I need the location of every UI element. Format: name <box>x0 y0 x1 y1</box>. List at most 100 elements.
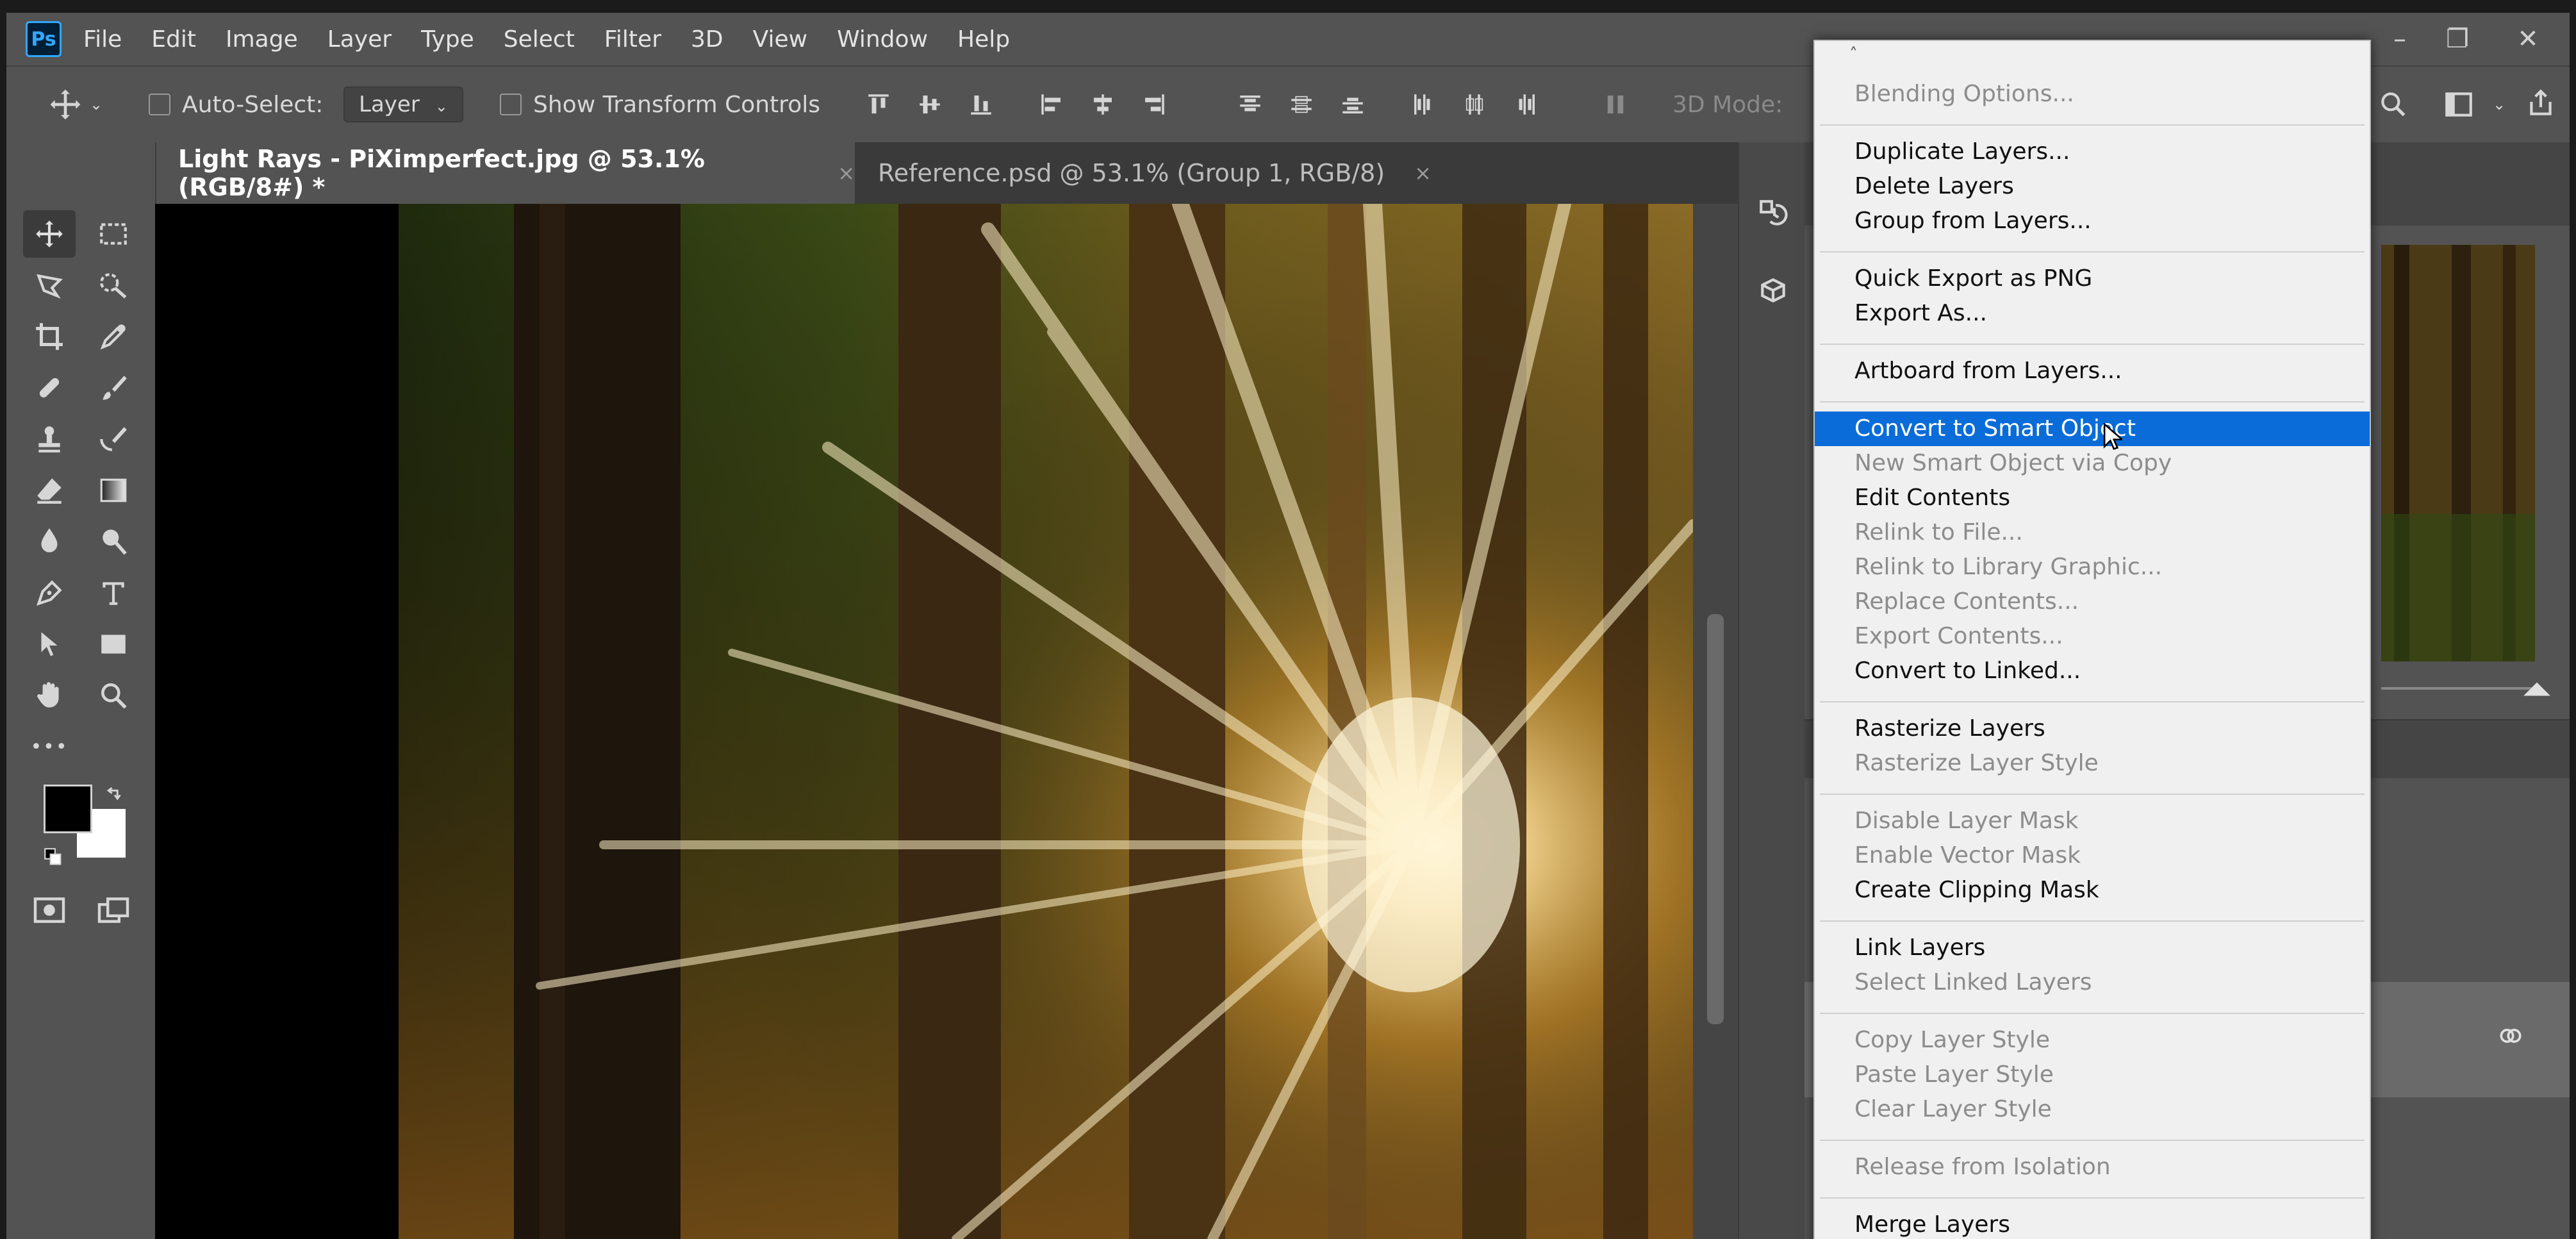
navigator-thumbnail[interactable] <box>2381 245 2535 661</box>
menu-window[interactable]: Window <box>837 26 928 53</box>
photoshop-window: Ps File Edit Image Layer Type Select Fil… <box>6 13 2570 1239</box>
lasso-tool[interactable] <box>23 262 76 309</box>
healing-brush-tool[interactable] <box>23 364 76 412</box>
menu-item-merge-layers[interactable]: Merge Layers <box>1815 1208 2370 1239</box>
workspace-icon[interactable] <box>2441 88 2476 121</box>
quick-selection-tool[interactable] <box>87 262 140 309</box>
align-right-edges-icon[interactable] <box>1141 91 1168 118</box>
menu-item-delete-layers[interactable]: Delete Layers <box>1815 169 2370 204</box>
distribute-horizontal-centers-icon[interactable] <box>1461 91 1488 118</box>
scrollbar-thumb[interactable] <box>1707 614 1724 1024</box>
marquee-tool[interactable] <box>87 210 140 258</box>
zoom-slider[interactable] <box>2381 687 2535 690</box>
menu-image[interactable]: Image <box>226 26 298 53</box>
menu-item-group-from-layers[interactable]: Group from Layers... <box>1815 204 2370 238</box>
gradient-tool[interactable] <box>87 467 140 514</box>
distribute-spacing-icon[interactable] <box>1602 91 1629 118</box>
menu-item-duplicate-layers[interactable]: Duplicate Layers... <box>1815 135 2370 169</box>
quick-mask-icon[interactable] <box>32 896 67 924</box>
zoom-in-icon[interactable] <box>2521 678 2553 697</box>
menu-help[interactable]: Help <box>957 26 1010 53</box>
history-panel-icon[interactable] <box>1757 197 1789 229</box>
history-brush-tool[interactable] <box>87 415 140 463</box>
menu-item-export-as[interactable]: Export As... <box>1815 296 2370 331</box>
menu-view[interactable]: View <box>753 26 807 53</box>
distribute-right-edges-icon[interactable] <box>1512 91 1539 118</box>
default-colors-icon[interactable] <box>42 846 64 868</box>
rectangle-tool[interactable] <box>87 620 140 668</box>
rectangular-marquee-icon <box>100 223 127 245</box>
search-icon[interactable] <box>2377 88 2409 121</box>
layer-select-wrap: Layer ⌄ <box>343 67 463 142</box>
close-window-button[interactable]: ✕ <box>2499 13 2557 65</box>
align-top-edges-icon[interactable] <box>865 91 892 118</box>
menu-item-rasterize-layers[interactable]: Rasterize Layers <box>1815 711 2370 746</box>
distribute-left-edges-icon[interactable] <box>1410 91 1437 118</box>
forest-light-rays-image <box>155 204 1693 1239</box>
3d-panel-icon[interactable] <box>1757 274 1789 306</box>
menu-item-convert-to-smart-object[interactable]: Convert to Smart Object <box>1815 412 2370 446</box>
auto-select-target-dropdown[interactable]: Layer ⌄ <box>343 87 463 122</box>
brush-tool[interactable] <box>87 364 140 412</box>
close-tab-icon[interactable]: × <box>838 161 855 185</box>
tab-reference[interactable]: Reference.psd @ 53.1% (Group 1, RGB/8) × <box>855 142 1432 204</box>
path-selection-tool[interactable] <box>23 620 76 668</box>
screen-mode-icon[interactable] <box>96 896 131 924</box>
crop-tool[interactable] <box>23 313 76 360</box>
clone-stamp-tool[interactable] <box>23 415 76 463</box>
menu-type[interactable]: Type <box>421 26 474 53</box>
share-icon[interactable] <box>2525 87 2557 119</box>
dodge-tool[interactable] <box>87 518 140 565</box>
show-transform-checkbox[interactable] <box>500 94 522 115</box>
hand-tool[interactable] <box>23 672 76 719</box>
move-tool-preset[interactable]: ⌄ <box>47 67 103 142</box>
show-transform-option[interactable]: Show Transform Controls <box>500 67 820 142</box>
restore-button[interactable]: ❐ <box>2429 13 2486 65</box>
type-tool[interactable] <box>87 569 140 617</box>
pen-tool[interactable] <box>23 569 76 617</box>
menu-item-create-clipping-mask[interactable]: Create Clipping Mask <box>1815 873 2370 908</box>
menu-edit[interactable]: Edit <box>151 26 196 53</box>
align-horizontal-centers-icon[interactable] <box>1089 91 1116 118</box>
menu-3d[interactable]: 3D <box>691 26 723 53</box>
layer-context-menu: ˄ Blending Options... Duplicate Layers...… <box>1813 40 2371 1239</box>
menu-select[interactable]: Select <box>504 26 575 53</box>
close-tab-icon[interactable]: × <box>1414 161 1432 185</box>
menu-item-artboard-from-layers[interactable]: Artboard from Layers... <box>1815 354 2370 388</box>
chevron-down-icon: ⌄ <box>90 96 103 113</box>
document-canvas[interactable] <box>155 204 1693 1239</box>
distribute-bottom-edges-icon[interactable] <box>1339 91 1366 118</box>
auto-select-checkbox[interactable] <box>149 94 170 115</box>
chevron-down-icon[interactable]: ⌄ <box>2493 67 2506 142</box>
menu-file[interactable]: File <box>83 26 122 53</box>
menu-item-convert-to-linked[interactable]: Convert to Linked... <box>1815 654 2370 688</box>
menu-item-link-layers[interactable]: Link Layers <box>1815 931 2370 965</box>
canvas-vertical-scrollbar[interactable] <box>1693 204 1738 1239</box>
auto-select-option[interactable]: Auto-Select: <box>149 67 323 142</box>
rectangle-icon <box>101 635 126 654</box>
swap-colors-icon[interactable] <box>104 783 126 805</box>
eyedropper-tool[interactable] <box>87 313 140 360</box>
distribute-top-edges-icon[interactable] <box>1237 91 1264 118</box>
align-left-edges-icon[interactable] <box>1038 91 1065 118</box>
blur-tool[interactable] <box>23 518 76 565</box>
menu-separator <box>1820 401 2365 403</box>
minimize-button[interactable]: – <box>2371 13 2429 65</box>
menu-layer[interactable]: Layer <box>327 26 392 53</box>
bandage-icon <box>39 378 60 398</box>
zoom-tool[interactable] <box>87 672 140 719</box>
scroll-up-icon[interactable]: ˄ <box>1849 45 1858 64</box>
align-bottom-edges-icon[interactable] <box>968 91 995 118</box>
menu-item-edit-contents[interactable]: Edit Contents <box>1815 481 2370 515</box>
align-vertical-centers-icon[interactable] <box>916 91 943 118</box>
menu-item-quick-export-as-png[interactable]: Quick Export as PNG <box>1815 262 2370 296</box>
tab-light-rays[interactable]: Light Rays - PiXimperfect.jpg @ 53.1% (R… <box>155 142 855 204</box>
edit-toolbar-button[interactable]: ••• <box>23 723 76 770</box>
distribute-vertical-centers-icon[interactable] <box>1288 91 1315 118</box>
layer-link-icon[interactable] <box>2497 1022 2525 1050</box>
move-tool[interactable] <box>23 210 76 258</box>
menu-filter[interactable]: Filter <box>604 26 661 53</box>
menu-item-clear-layer-style: Clear Layer Style <box>1854 1096 2052 1122</box>
eraser-tool[interactable] <box>23 467 76 514</box>
foreground-color-swatch[interactable] <box>44 785 92 833</box>
